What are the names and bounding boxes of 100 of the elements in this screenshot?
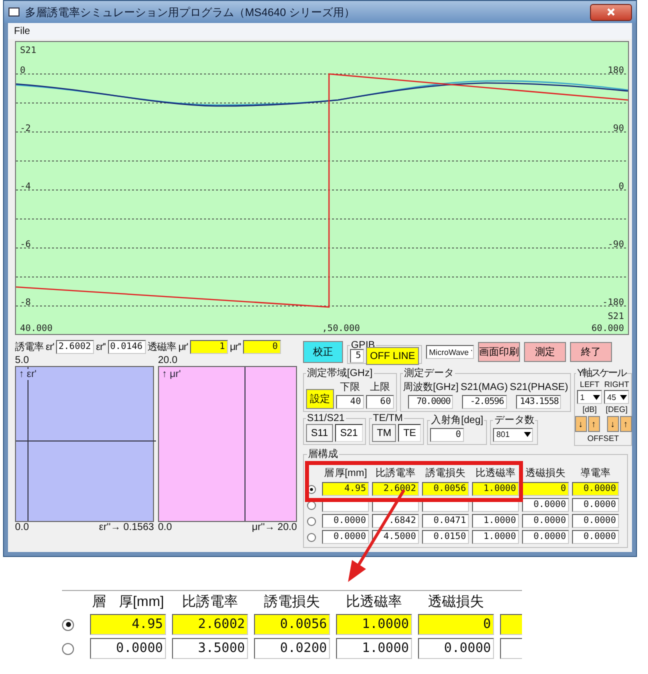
input-field[interactable]: 0.0000 bbox=[572, 514, 619, 528]
axis-label: μr''→ 20.0 bbox=[252, 522, 297, 533]
column-header: 厚[mm] bbox=[118, 593, 164, 611]
radio-button[interactable] bbox=[307, 532, 316, 542]
input-field[interactable]: 4.95 bbox=[322, 482, 369, 496]
axis-tick-label: 5.0 bbox=[15, 355, 30, 366]
offset-button[interactable]: ↓ bbox=[574, 416, 587, 432]
toggle-button[interactable]: S11 bbox=[306, 424, 334, 442]
input-field[interactable]: 0.0000 bbox=[418, 638, 494, 659]
offset-button[interactable]: ↓ bbox=[606, 416, 619, 432]
axis-tick-label: 0.0 bbox=[158, 522, 172, 533]
input-field[interactable]: 0.0146 bbox=[108, 340, 146, 354]
axis-tick-label: -6 bbox=[20, 240, 31, 250]
input-field[interactable]: 0.0000 bbox=[522, 530, 569, 544]
input-field[interactable]: 0 bbox=[522, 482, 569, 496]
input-field[interactable]: 0.0200 bbox=[254, 638, 330, 659]
scale-select[interactable]: 1 bbox=[577, 390, 602, 404]
column-header: 厚[mm] bbox=[334, 467, 367, 480]
axis-tick-label: 40.000 bbox=[20, 324, 53, 334]
input-field[interactable]: 0.0471 bbox=[422, 514, 469, 528]
input-field[interactable]: 1 bbox=[190, 340, 228, 354]
input-field[interactable] bbox=[500, 638, 522, 659]
input-field[interactable]: 0.0056 bbox=[422, 482, 469, 496]
column-header: 比誘電率 bbox=[374, 466, 416, 480]
input-field[interactable]: 4.95 bbox=[90, 614, 166, 635]
input-field[interactable]: 1.0000 bbox=[336, 614, 412, 635]
field-label: LEFT bbox=[580, 380, 600, 389]
device-select[interactable]: MicroWave bbox=[426, 345, 474, 359]
set-button[interactable]: 設定 bbox=[306, 389, 334, 409]
column-header: 層 bbox=[92, 593, 106, 611]
column-header: 比透磁率 bbox=[474, 466, 516, 480]
calibrate-button[interactable]: 校正 bbox=[303, 341, 343, 363]
column-header: 誘電損失 bbox=[263, 593, 321, 611]
input-field[interactable]: 0.0150 bbox=[422, 530, 469, 544]
input-field[interactable]: 0 bbox=[418, 614, 494, 635]
field-label: μr'' bbox=[230, 342, 241, 352]
axis-label: εr''→ 0.1563 bbox=[99, 522, 154, 533]
group-title: TE/TM bbox=[372, 413, 404, 424]
input-field[interactable]: 1.0000 bbox=[472, 514, 519, 528]
radio-button[interactable] bbox=[62, 642, 74, 654]
input-field[interactable]: 1.0000 bbox=[472, 482, 519, 496]
address-field[interactable]: 5 bbox=[350, 349, 364, 363]
axis-tick-label: -4 bbox=[20, 182, 31, 192]
menu-item[interactable]: File bbox=[14, 26, 30, 36]
input-field[interactable]: 2.6002 bbox=[372, 482, 419, 496]
input-field[interactable]: 0.0000 bbox=[572, 482, 619, 496]
input-field[interactable]: 0.0000 bbox=[322, 514, 369, 528]
group-title: Y軸スケール bbox=[576, 366, 626, 380]
unit-label: [dB] bbox=[582, 405, 597, 414]
input-field[interactable]: 0.0000 bbox=[322, 530, 369, 544]
input-field[interactable]: 1.0000 bbox=[472, 530, 519, 544]
angle-field[interactable]: 0 bbox=[430, 428, 464, 442]
axis-tick-label: -2 bbox=[20, 124, 31, 134]
input-field[interactable] bbox=[500, 614, 522, 635]
field-label: S21(MAG) bbox=[460, 382, 508, 394]
input-field[interactable]: 60 bbox=[366, 395, 394, 409]
field-label: 周波数[GHz] bbox=[403, 380, 459, 394]
radio-button[interactable] bbox=[62, 618, 74, 630]
input-field[interactable]: 4.5000 bbox=[372, 530, 419, 544]
toggle-button[interactable]: TE bbox=[398, 424, 422, 442]
action-button[interactable]: 画面印刷 bbox=[478, 342, 520, 362]
group-title: 測定帯域[GHz] bbox=[306, 366, 374, 380]
field-label: 透磁率 μr' bbox=[148, 340, 188, 354]
input-field[interactable]: 2.6002 bbox=[172, 614, 248, 635]
axis-title: S21 bbox=[608, 312, 624, 322]
axis-tick-label: -8 bbox=[20, 298, 31, 308]
input-field[interactable]: 3.5000 bbox=[172, 638, 248, 659]
window-icon bbox=[8, 6, 20, 18]
input-field[interactable]: 1.0000 bbox=[336, 638, 412, 659]
input-field[interactable]: 0.0056 bbox=[254, 614, 330, 635]
field-label: εr'' bbox=[96, 342, 106, 352]
scale-select[interactable]: 45 bbox=[604, 390, 630, 404]
window-title: 多層誘電率シミュレーション用プログラム（MS4640 シリーズ用） bbox=[25, 6, 356, 20]
input-field[interactable]: 0.0000 bbox=[572, 498, 619, 512]
offset-button[interactable]: ↑ bbox=[588, 416, 600, 432]
axis-tick-label: 180 bbox=[608, 66, 624, 76]
input-field[interactable]: 0.0000 bbox=[522, 514, 569, 528]
input-field[interactable]: 0.0000 bbox=[90, 638, 166, 659]
input-field[interactable]: 2.6002 bbox=[56, 340, 94, 354]
field-label: RIGHT bbox=[604, 380, 630, 389]
close-button[interactable] bbox=[590, 4, 632, 20]
axis-title: S21 bbox=[20, 46, 36, 56]
field-label: 上限 bbox=[370, 380, 390, 394]
action-button[interactable]: 終了 bbox=[570, 342, 612, 362]
offset-button[interactable]: ↑ bbox=[620, 416, 632, 432]
axis-tick-label: -90 bbox=[608, 240, 624, 250]
action-button[interactable]: 測定 bbox=[524, 342, 566, 362]
toggle-button[interactable]: TM bbox=[372, 424, 396, 442]
input-field[interactable]: 0.0000 bbox=[572, 530, 619, 544]
radio-button[interactable] bbox=[307, 516, 316, 526]
input-field[interactable]: 0.0000 bbox=[522, 498, 569, 512]
readout-field: 143.1558 bbox=[516, 395, 562, 409]
input-field[interactable]: .6842 bbox=[372, 514, 419, 528]
input-field[interactable]: 0 bbox=[242, 340, 281, 354]
input-field[interactable]: 40 bbox=[336, 395, 364, 409]
status-button[interactable]: OFF LINE bbox=[366, 347, 420, 365]
points-select[interactable]: 801 bbox=[493, 428, 534, 442]
group-title: 入射角[deg] bbox=[430, 414, 484, 427]
axis-tick-label: -180 bbox=[602, 298, 624, 308]
toggle-button[interactable]: S21 bbox=[335, 424, 363, 442]
